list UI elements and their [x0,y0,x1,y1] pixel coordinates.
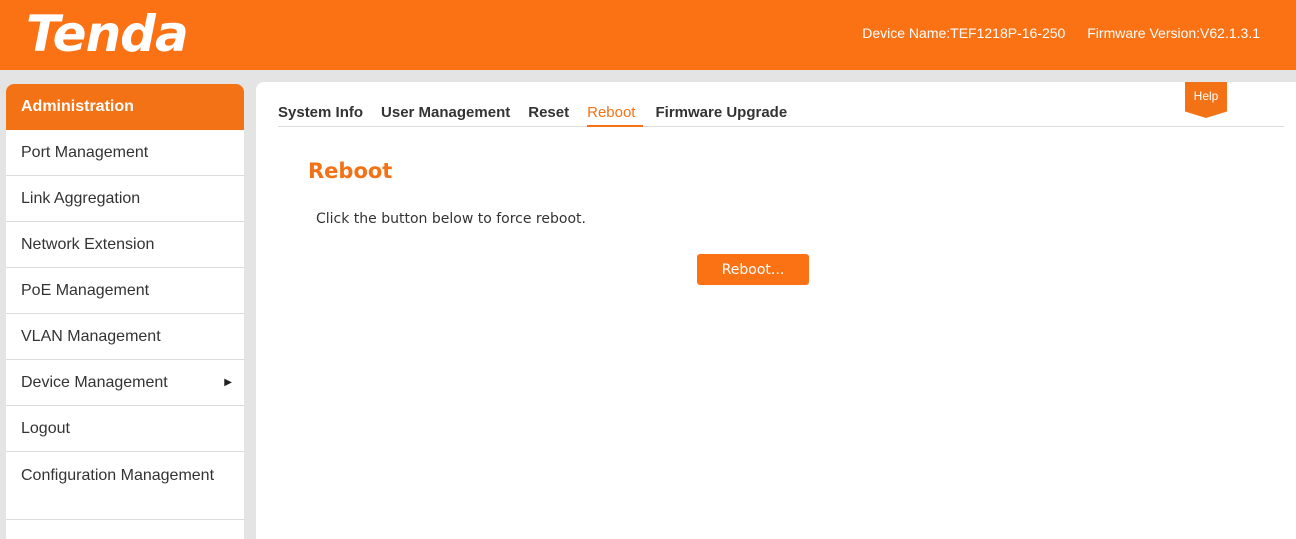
tab-system-info[interactable]: System Info [278,102,371,127]
sidebar-item-link-aggregation[interactable]: Link Aggregation [6,176,244,222]
sidebar-item-label: Logout [21,420,70,437]
sidebar-item-configuration-management[interactable]: Configuration Management [6,452,244,520]
firmware-version: Firmware Version:V62.1.3.1 [1087,25,1260,41]
sidebar-item-port-management[interactable]: Port Management [6,130,244,176]
help-button[interactable]: Help [1185,82,1227,118]
top-header: Tenda Device Name:TEF1218P-16-250 Firmwa… [0,0,1296,70]
tab-reset[interactable]: Reset [528,102,577,127]
device-info: Device Name:TEF1218P-16-250 Firmware Ver… [862,24,1260,42]
sidebar-item-label: VLAN Management [21,328,161,345]
sidebar-item-logout[interactable]: Logout [6,406,244,452]
tab-user-management[interactable]: User Management [381,102,518,127]
sidebar-item-label: Link Aggregation [21,190,141,207]
device-name: Device Name:TEF1218P-16-250 [862,25,1066,41]
sidebar-item-vlan-management[interactable]: VLAN Management [6,314,244,360]
sidebar-item-label: Configuration Management [21,467,215,484]
sidebar-item-label: Network Extension [21,236,155,253]
tab-firmware-upgrade[interactable]: Firmware Upgrade [655,102,795,127]
tab-bar: System Info User Management Reset Reboot Fir… [278,102,1284,127]
main-panel: System Info User Management Reset Reboot Fir… [256,82,1296,539]
sidebar-item-label: Port Management [21,144,149,161]
sidebar-item-network-extension[interactable]: Network Extension [6,222,244,268]
tenda-logo: Tenda [26,5,189,63]
reboot-description: Click the button below to force reboot. [316,211,586,227]
page-title: Reboot [308,159,393,183]
sidebar-item-label: Device Management [21,374,168,391]
sidebar-item-label: PoE Management [21,282,150,299]
sidebar-item-device-management[interactable]: Device Management ▶ [6,360,244,406]
sidebar-item-poe-management[interactable]: PoE Management [6,268,244,314]
right-triangle-icon: ▶ [224,377,232,388]
sidebar-item-label: Administration [21,98,134,115]
sidebar-item-administration[interactable]: Administration [6,84,244,130]
tab-reboot[interactable]: Reboot [587,102,644,127]
reboot-button[interactable]: Reboot... [697,254,809,285]
sidebar: Administration Port Management Link Aggr… [6,84,244,539]
